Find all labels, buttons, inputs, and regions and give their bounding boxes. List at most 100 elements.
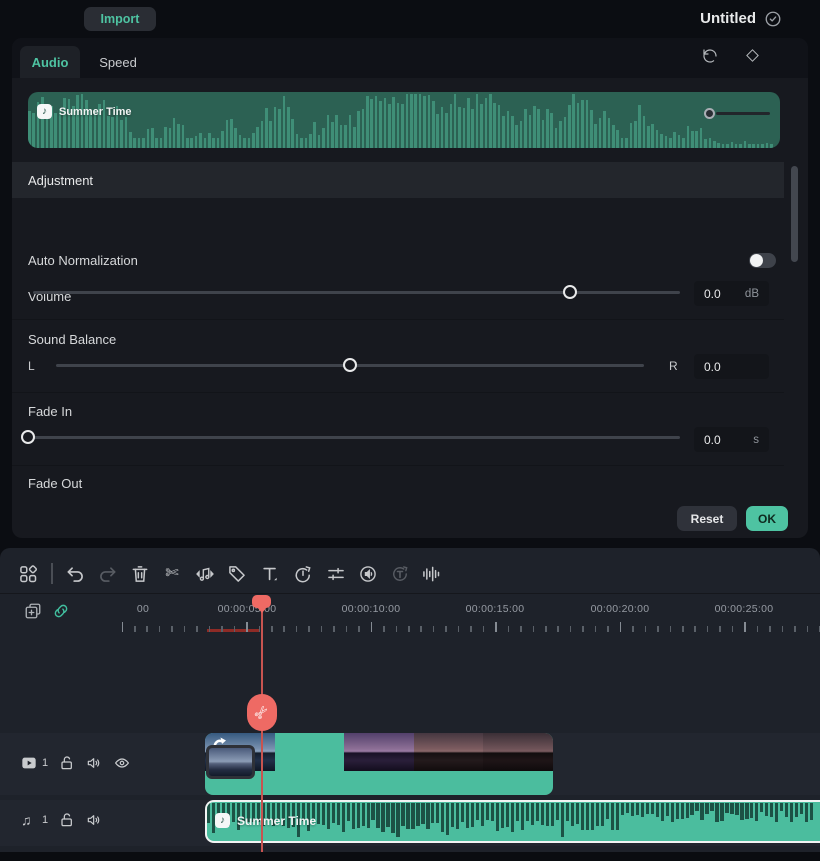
split-scissors-icon[interactable]: ✄ xyxy=(162,564,182,584)
volume-unit: dB xyxy=(745,288,759,300)
speed-clock-icon[interactable] xyxy=(293,564,313,584)
lock-icon[interactable] xyxy=(59,755,75,771)
video-track-icon xyxy=(21,755,37,771)
redo-icon[interactable] xyxy=(98,564,118,584)
volume-slider-handle[interactable] xyxy=(563,285,577,299)
ruler-tick xyxy=(483,626,485,632)
audio-clip-label: ♪ Summer Time xyxy=(215,813,316,828)
ruler-tick xyxy=(794,626,796,632)
ruler-tick xyxy=(807,626,809,632)
ruler-tick xyxy=(495,622,497,632)
detach-audio-icon[interactable] xyxy=(195,564,215,584)
ruler-time-label: 00:00:25:00 xyxy=(715,603,774,615)
auto-normalization-toggle[interactable] xyxy=(749,253,776,268)
balance-value: 0.0 xyxy=(704,360,721,374)
auto-normalization-label: Auto Normalization xyxy=(28,253,138,268)
ruler-tick xyxy=(744,622,746,632)
ruler-tick xyxy=(333,626,335,632)
audio-stretch-icon[interactable] xyxy=(421,564,441,584)
lock-icon[interactable] xyxy=(59,812,75,828)
ruler-tick xyxy=(732,626,734,632)
balance-left-label: L xyxy=(28,359,35,373)
clip-preview-thumbnail[interactable] xyxy=(206,745,255,779)
ruler-tick xyxy=(383,626,385,632)
ruler-tick xyxy=(557,626,559,632)
balance-slider-handle[interactable] xyxy=(343,358,357,372)
reset-button[interactable]: Reset xyxy=(677,506,737,531)
volume-value-box[interactable]: 0.0 dB xyxy=(694,281,769,306)
divider xyxy=(12,465,784,466)
tab-speed[interactable]: Speed xyxy=(90,46,146,78)
audio-waveform-preview[interactable]: ♪ Summer Time xyxy=(28,92,780,148)
ruler-time-label: 00:00:15:00 xyxy=(466,603,525,615)
panel-scrollbar[interactable] xyxy=(791,166,798,262)
panel-tab-bar: Audio Speed xyxy=(12,38,808,78)
video-clip-thumbnails xyxy=(205,733,553,771)
fade-out-label: Fade Out xyxy=(28,476,82,491)
ruler-time-label: 00:00:20:00 xyxy=(591,603,650,615)
audio-effect-icon[interactable] xyxy=(358,564,378,584)
fade-in-slider[interactable] xyxy=(28,430,680,444)
ruler-tick xyxy=(420,626,422,632)
fade-in-unit: s xyxy=(753,434,759,446)
ruler-tick xyxy=(458,626,460,632)
text-to-speech-icon[interactable] xyxy=(390,564,410,584)
eye-icon[interactable] xyxy=(114,755,130,771)
duplicate-icon[interactable] xyxy=(24,602,42,620)
link-icon[interactable] xyxy=(52,602,70,620)
music-note-icon: ♪ xyxy=(215,813,230,828)
ruler-tick xyxy=(146,626,148,632)
ruler-tick xyxy=(234,626,236,632)
video-clip[interactable] xyxy=(205,733,553,795)
toolbar-divider xyxy=(51,563,53,584)
ruler-tick xyxy=(470,626,472,632)
ok-button[interactable]: OK xyxy=(746,506,788,531)
fade-out-handle[interactable] xyxy=(704,108,715,119)
delete-icon[interactable] xyxy=(130,564,150,584)
sound-balance-slider[interactable] xyxy=(56,358,644,372)
reset-icon[interactable] xyxy=(702,48,718,64)
volume-slider[interactable] xyxy=(33,285,680,299)
ruler-tick xyxy=(171,626,173,632)
auto-normalization-row: Auto Normalization xyxy=(28,250,776,270)
ruler-tick xyxy=(670,626,672,632)
divider xyxy=(12,319,784,320)
audio-clip[interactable]: ♪ Summer Time xyxy=(205,800,820,843)
volume-slider-rail xyxy=(33,291,680,294)
import-button[interactable]: Import xyxy=(84,7,156,31)
ruler-tick xyxy=(707,626,709,632)
text-icon[interactable] xyxy=(260,564,280,584)
save-status-check-icon[interactable] xyxy=(764,10,782,28)
volume-value: 0.0 xyxy=(704,287,721,301)
scissors-split-pill[interactable]: ✄ xyxy=(247,694,277,731)
ruler-tick xyxy=(408,626,410,632)
ruler-tick xyxy=(358,626,360,632)
keyframe-diamond-icon[interactable] xyxy=(744,48,760,64)
speaker-icon[interactable] xyxy=(86,812,102,828)
marker-tag-icon[interactable] xyxy=(227,564,247,584)
timeline-bottom-edge xyxy=(0,852,820,861)
project-title[interactable]: Untitled xyxy=(700,10,756,27)
fade-in-value-box[interactable]: 0.0 s xyxy=(694,427,769,452)
timeline-section: ✄ xyxy=(0,548,820,861)
audio-track-number: 1 xyxy=(42,814,48,826)
speaker-icon[interactable] xyxy=(86,755,102,771)
top-bar: Import Untitled xyxy=(0,0,820,38)
ruler-tick xyxy=(433,626,435,632)
ruler-tick xyxy=(620,622,622,632)
divider xyxy=(12,392,784,393)
adjust-sliders-icon[interactable] xyxy=(326,564,346,584)
fade-in-slider-handle[interactable] xyxy=(21,430,35,444)
layout-grid-icon[interactable] xyxy=(18,564,38,584)
timeline-toolbar: ✄ xyxy=(0,548,820,594)
preview-clip-label: ♪ Summer Time xyxy=(37,104,132,119)
tab-audio[interactable]: Audio xyxy=(20,46,80,78)
fade-in-slider-rail xyxy=(28,436,680,439)
music-track-icon: ♫ xyxy=(21,812,37,828)
balance-value-box[interactable]: 0.0 xyxy=(694,354,769,379)
undo-icon[interactable] xyxy=(65,564,85,584)
ruler-tick xyxy=(782,626,784,632)
ruler-tick xyxy=(184,626,186,632)
ruler-tick xyxy=(757,626,759,632)
playhead-marker[interactable] xyxy=(252,595,271,608)
